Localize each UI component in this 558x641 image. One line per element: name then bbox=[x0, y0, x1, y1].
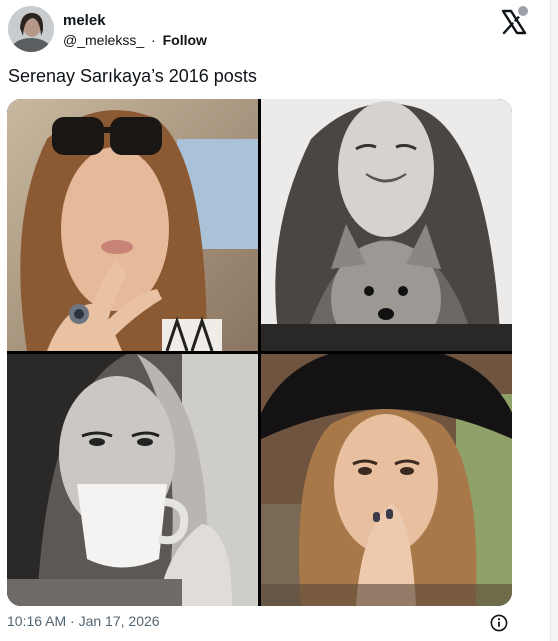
author-handle-row: @_melekss_ · Follow bbox=[63, 32, 207, 48]
tweet-text: Serenay Sarıkaya’s 2016 posts bbox=[8, 66, 257, 86]
photo-with-dog[interactable] bbox=[261, 99, 512, 351]
photo-coffee-cup[interactable] bbox=[7, 354, 258, 606]
photo-black-hat[interactable] bbox=[261, 354, 512, 606]
photo-selfie-sunglasses[interactable] bbox=[7, 99, 258, 351]
tweet-header: melek @_melekss_ · Follow bbox=[8, 4, 532, 56]
tweet-timestamp[interactable]: 10:16 AM · Jan 17, 2026 bbox=[7, 613, 160, 629]
page-edge-divider bbox=[550, 0, 558, 641]
follow-button[interactable]: Follow bbox=[163, 32, 207, 48]
author-handle[interactable]: @_melekss_ bbox=[63, 32, 144, 48]
avatar[interactable] bbox=[8, 6, 54, 52]
author-name[interactable]: melek bbox=[63, 12, 106, 29]
info-icon[interactable] bbox=[490, 614, 508, 632]
tweet-card: melek @_melekss_ · Follow Serenay Sarıka… bbox=[0, 0, 550, 641]
media-grid bbox=[7, 99, 512, 606]
x-logo-icon[interactable] bbox=[500, 4, 530, 36]
notification-badge-icon bbox=[516, 4, 530, 18]
separator-dot: · bbox=[151, 32, 156, 48]
